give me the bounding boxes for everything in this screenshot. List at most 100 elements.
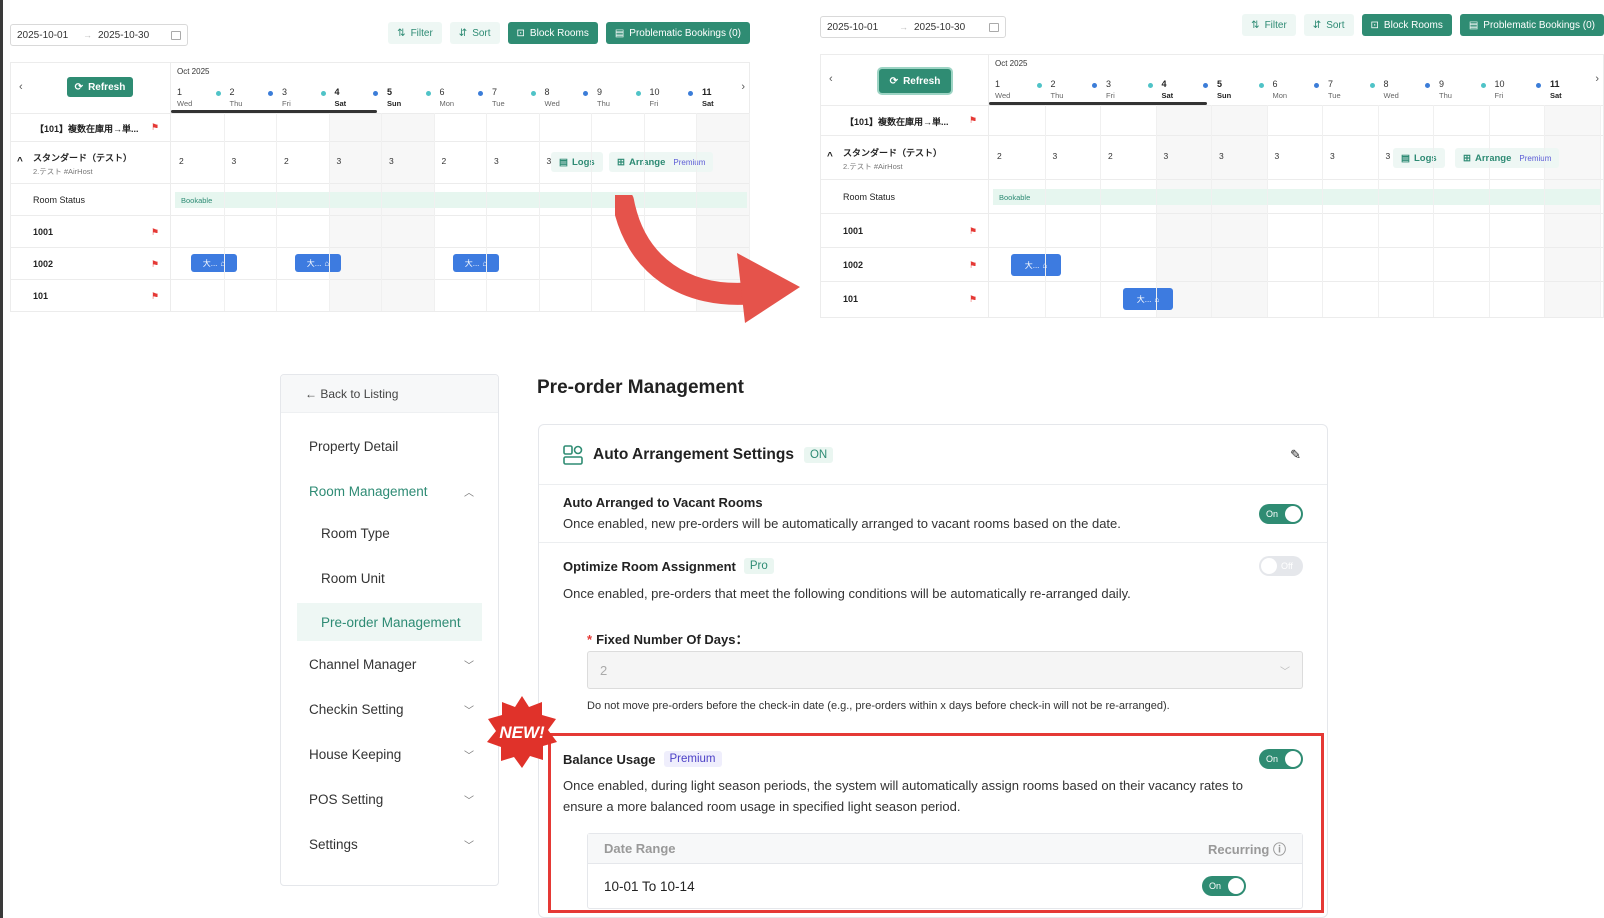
- select-value: 2: [600, 662, 608, 678]
- problematic-bookings-button[interactable]: ▤ Problematic Bookings (0): [1459, 14, 1604, 36]
- settings-icon: [563, 444, 583, 465]
- prev-icon[interactable]: ‹: [19, 81, 23, 93]
- section-title: Auto Arranged to Vacant Rooms: [563, 495, 763, 510]
- sidebar-item-room-type[interactable]: Room Type: [281, 514, 498, 552]
- date-start: 2025-10-01: [17, 29, 69, 41]
- transition-arrow-icon: [615, 195, 800, 323]
- sort-button[interactable]: ⇵ Sort: [449, 22, 500, 44]
- booking-chip[interactable]: 大...⌂: [1123, 288, 1173, 310]
- booking-chip[interactable]: 大...⌂: [295, 254, 341, 272]
- sidebar-item-room-unit[interactable]: Room Unit: [281, 559, 498, 597]
- availability-count: 3: [1330, 151, 1335, 161]
- day-header: 3 Fri: [282, 87, 291, 109]
- day-number: 4: [1161, 79, 1167, 89]
- document-icon: ▤: [614, 27, 625, 39]
- refresh-icon: ⟳: [889, 75, 899, 87]
- page: 2025-10-01 → 2025-10-30 ⇅ Filter ⇵ Sort ⊡ B…: [0, 0, 1604, 918]
- page-title: Pre-order Management: [537, 377, 744, 398]
- flag-icon: ⚑: [151, 122, 160, 132]
- back-to-listing-link[interactable]: ← Back to Listing: [281, 375, 498, 413]
- edit-icon[interactable]: ✎: [1290, 447, 1301, 463]
- refresh-button[interactable]: ⟳ Refresh: [67, 77, 133, 97]
- grid-line: [223, 113, 225, 311]
- chevron-down-icon: ﹀: [464, 750, 474, 762]
- collapse-icon[interactable]: ^: [827, 151, 833, 162]
- sidebar-item-preorder-management[interactable]: Pre-order Management: [297, 603, 482, 641]
- flag-icon: ⚑: [151, 227, 160, 237]
- availability-dot: [425, 91, 431, 96]
- refresh-button[interactable]: ⟳ Refresh: [879, 69, 951, 93]
- availability-count: 3: [1163, 151, 1169, 161]
- logs-icon: ▤: [559, 156, 568, 168]
- booking-chip[interactable]: 大...⌂: [191, 254, 237, 272]
- date-range-picker[interactable]: 2025-10-01 → 2025-10-30: [820, 16, 1006, 38]
- day-number: 10: [1494, 79, 1505, 89]
- required-icon: *: [587, 632, 593, 647]
- filter-label: Filter: [410, 27, 433, 39]
- availability-count: 3: [231, 156, 237, 166]
- arrow-right-icon: →: [899, 22, 908, 32]
- sort-button[interactable]: ⇵ Sort: [1303, 14, 1354, 36]
- logs-button[interactable]: ▤ Logs: [1393, 148, 1445, 168]
- sidebar-item-pos-setting[interactable]: POS Setting ﹀: [281, 780, 498, 818]
- block-rooms-button[interactable]: ⊡ Block Rooms: [507, 22, 598, 44]
- day-number: 11: [1550, 79, 1560, 89]
- nav-label: Pre-order Management: [321, 614, 461, 630]
- chevron-down-icon: ﹀: [464, 840, 474, 852]
- room-type-row-standard: ^ スタンダード（テスト） 2.テスト #AirHost ▤ Logs ⊞ Arra…: [11, 141, 749, 183]
- filter-button[interactable]: ⇅ Filter: [388, 22, 442, 44]
- optimize-toggle[interactable]: Off: [1259, 556, 1303, 576]
- grid-line: [276, 113, 277, 311]
- block-rooms-button[interactable]: ⊡ Block Rooms: [1361, 14, 1452, 36]
- problematic-bookings-button[interactable]: ▤ Problematic Bookings (0): [605, 22, 750, 44]
- sidebar-item-house-keeping[interactable]: House Keeping ﹀: [281, 735, 498, 773]
- date-end: 2025-10-30: [914, 21, 966, 33]
- weekday: Thu: [1050, 91, 1064, 100]
- room-status-label: Room Status: [33, 195, 86, 205]
- fixed-days-select[interactable]: 2 ﹀: [587, 651, 1303, 689]
- room-label: 101: [33, 291, 49, 301]
- sidebar-item-settings[interactable]: Settings ﹀: [281, 825, 498, 863]
- day-number: 9: [1439, 79, 1445, 89]
- arrange-icon: ⊞: [617, 156, 625, 168]
- block-rooms-label: Block Rooms: [1383, 19, 1443, 31]
- premium-label: Premium: [673, 157, 706, 167]
- availability-dot: [1147, 83, 1153, 88]
- day-header: 8 Wed: [545, 87, 560, 109]
- auto-vacant-toggle[interactable]: On: [1259, 504, 1303, 524]
- availability-count: 3: [1219, 151, 1224, 161]
- day-number: 1: [995, 79, 1001, 89]
- room-row-101-title: 【101】複数在庫用→単... ⚑: [11, 113, 749, 141]
- logs-button[interactable]: ▤ Logs: [551, 152, 603, 172]
- weekday: Sat: [1161, 91, 1174, 100]
- day-number: 1: [177, 87, 183, 97]
- prev-icon[interactable]: ‹: [829, 73, 833, 85]
- date-range-picker[interactable]: 2025-10-01 → 2025-10-30: [10, 24, 188, 46]
- booking-guest: 大...: [464, 258, 480, 268]
- day-number: 7: [1328, 79, 1334, 89]
- flag-icon: ⚑: [151, 259, 160, 269]
- sidebar-item-room-management[interactable]: Room Management ︿: [281, 472, 498, 510]
- next-icon[interactable]: ›: [741, 81, 745, 93]
- day-header: 1 Wed: [995, 79, 1010, 101]
- booking-guest: 大...: [202, 258, 218, 268]
- sidebar-item-checkin-setting[interactable]: Checkin Setting ﹀: [281, 690, 498, 728]
- booking-chip[interactable]: 大...⌂: [1011, 254, 1061, 276]
- booking-guest: 大...: [1136, 294, 1152, 304]
- refresh-icon: ⟳: [74, 81, 84, 93]
- weekday: Sat: [702, 99, 714, 108]
- availability-dot: [635, 91, 641, 96]
- sidebar-item-channel-manager[interactable]: Channel Manager ﹀: [281, 645, 498, 683]
- section-desc: Once enabled, new pre-orders will be aut…: [563, 516, 1121, 531]
- room-type-label: スタンダード（テスト）: [33, 153, 133, 163]
- arrange-button[interactable]: ⊞ Arrange Premium: [609, 152, 714, 172]
- day-number: 3: [282, 87, 288, 97]
- pro-badge: Pro: [743, 558, 774, 574]
- availability-count: 3: [1385, 151, 1391, 161]
- block-icon: ⊡: [516, 27, 525, 39]
- filter-button[interactable]: ⇅ Filter: [1242, 14, 1296, 36]
- next-icon[interactable]: ›: [1595, 73, 1599, 85]
- booking-chip[interactable]: 大...⌂: [453, 254, 499, 272]
- collapse-icon[interactable]: ^: [17, 156, 23, 167]
- sidebar-item-property-detail[interactable]: Property Detail: [281, 427, 498, 465]
